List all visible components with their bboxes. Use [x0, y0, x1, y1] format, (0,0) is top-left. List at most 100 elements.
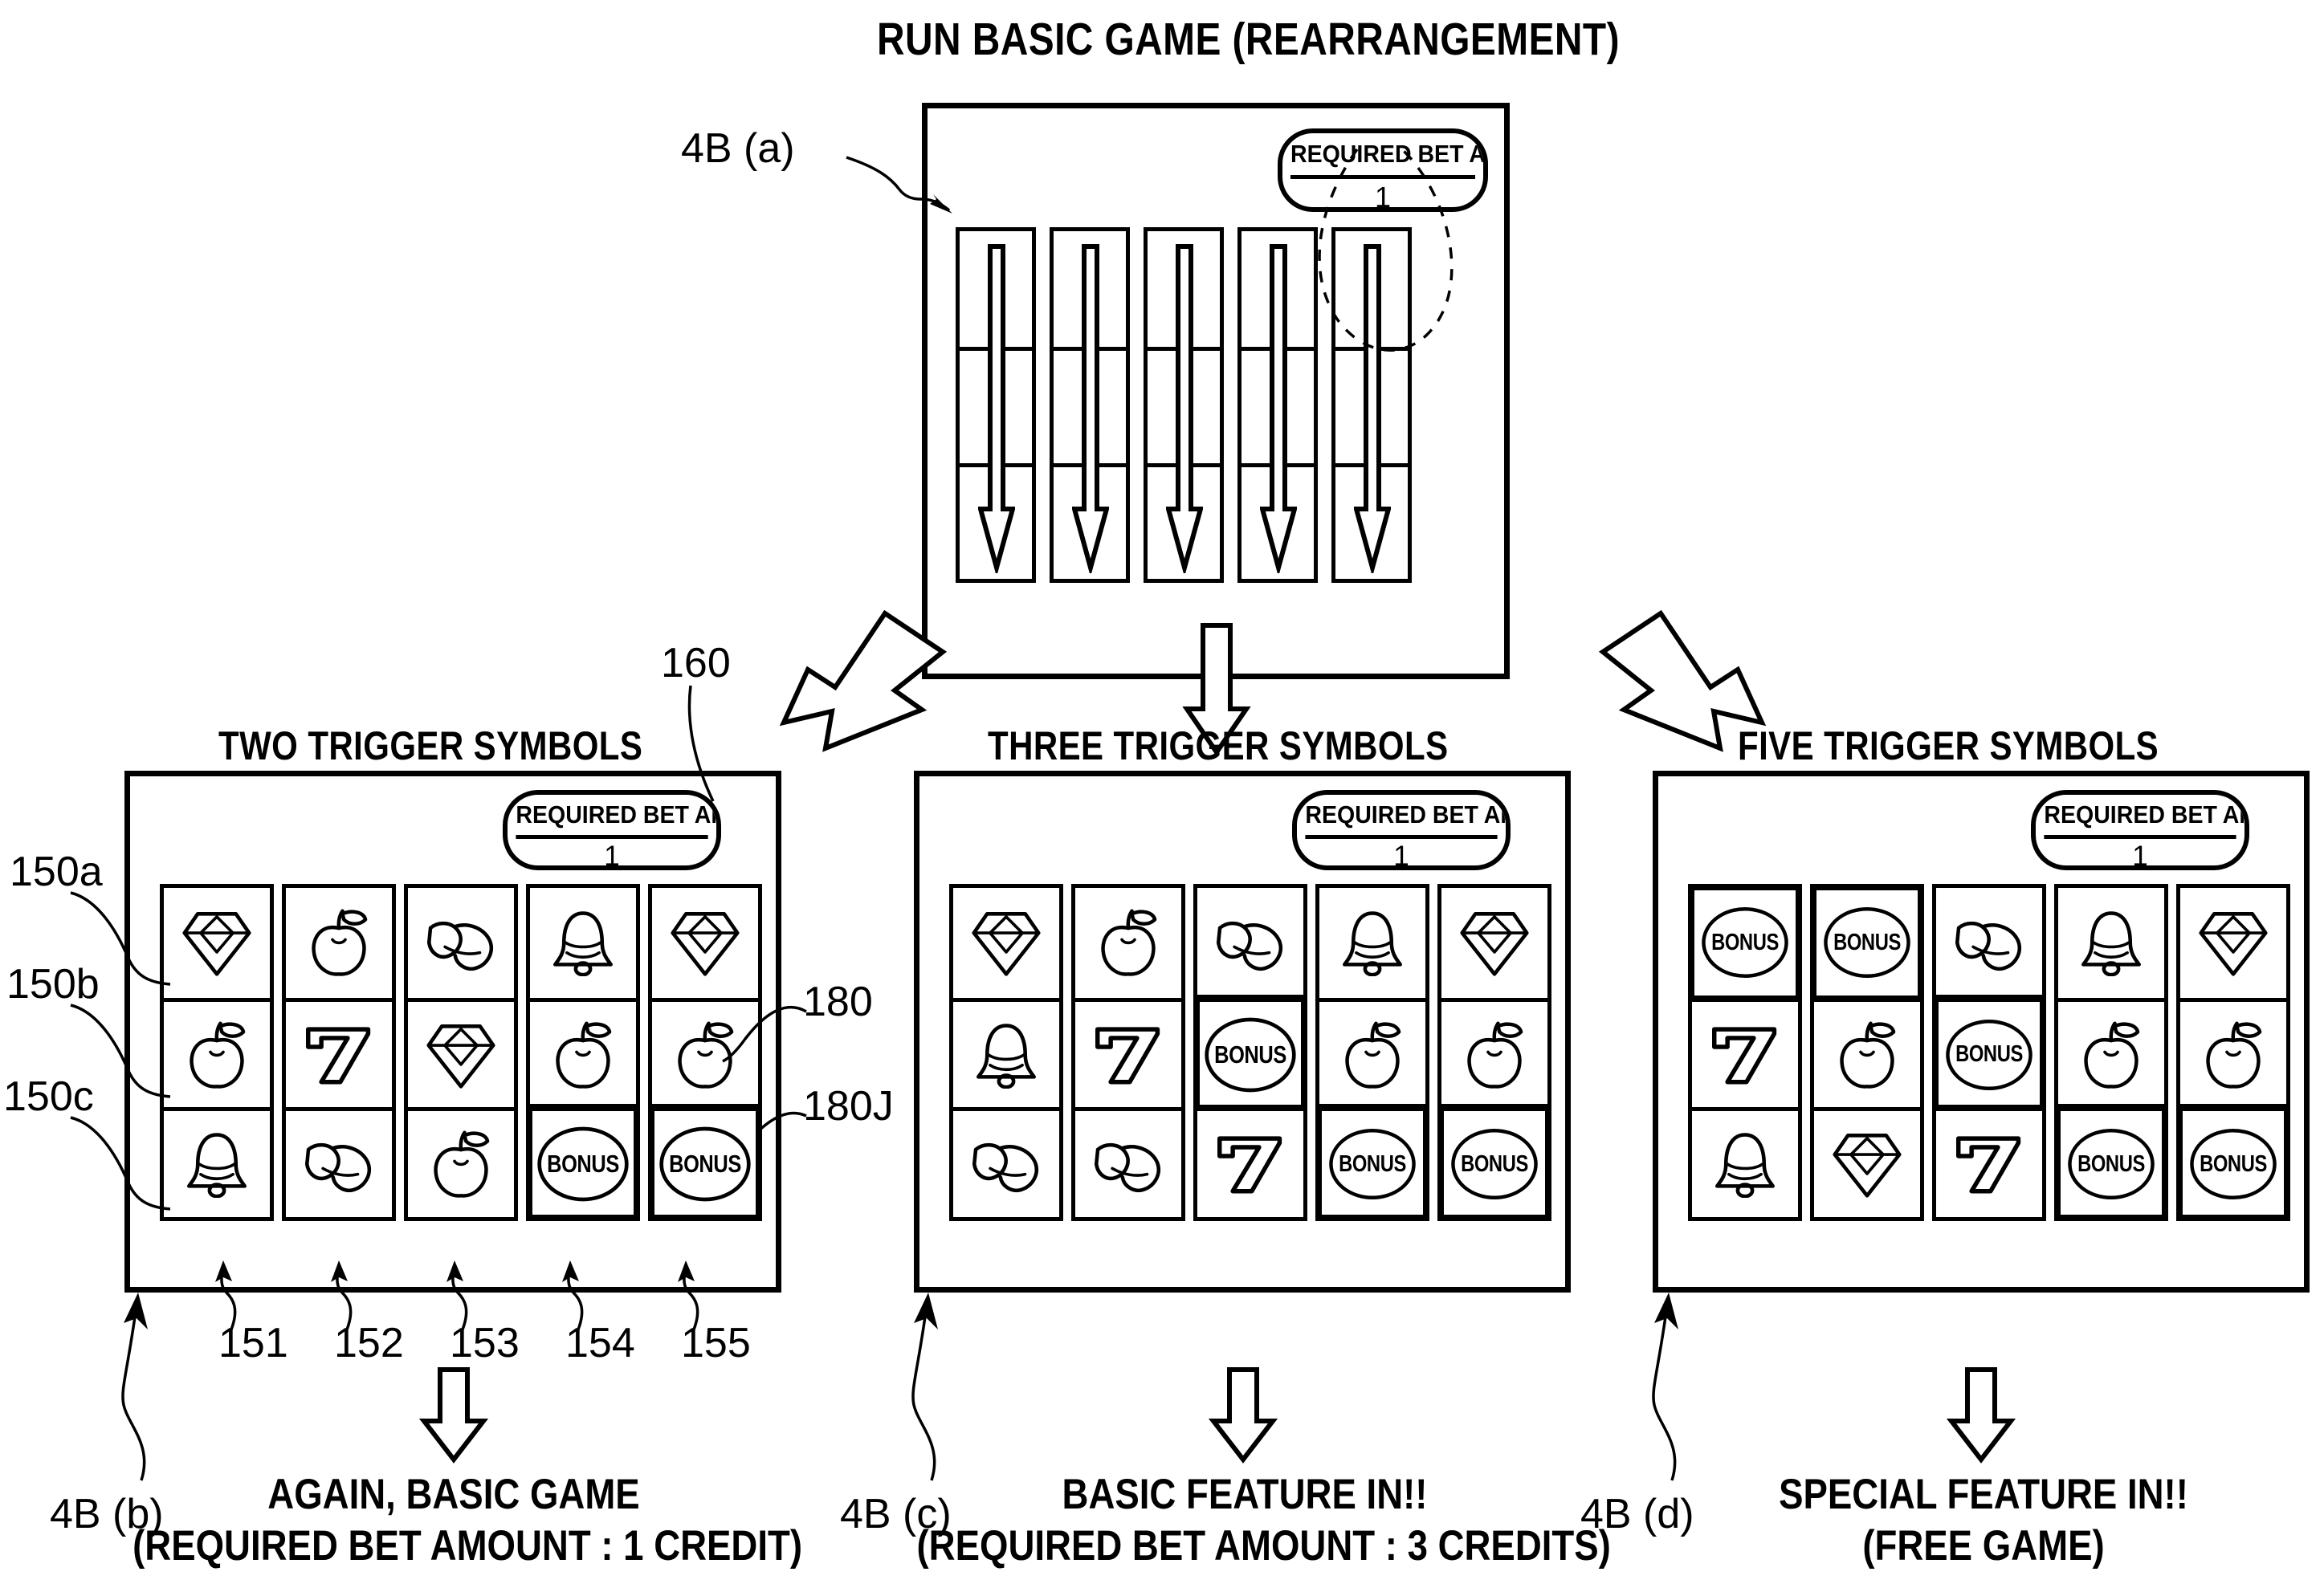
grid-column-5[interactable]: BONUS — [2176, 884, 2290, 1221]
grid-cell — [2180, 888, 2286, 998]
panel-d-caption: SPECIAL FEATURE IN!! (FREE GAME) — [1654, 1469, 2313, 1572]
bell-icon — [976, 1023, 1036, 1089]
grid-cell-bonus: BONUS — [1689, 885, 1801, 1001]
bell-icon — [1715, 1133, 1775, 1199]
grid-column-5[interactable]: BONUS — [1437, 884, 1551, 1221]
bonus-icon — [1824, 907, 1910, 979]
grid-cell — [286, 997, 392, 1108]
ref-180J: 180J — [803, 1083, 894, 1130]
ref-4b-d-leader — [1652, 1293, 1678, 1481]
diamond-icon — [2199, 912, 2268, 976]
apple-icon — [312, 909, 368, 976]
grid-cell-bonus: BONUS — [1811, 885, 1923, 1001]
grid-cell — [1197, 1107, 1303, 1217]
grid-cell — [953, 1107, 1059, 1217]
bonus-icon — [2068, 1129, 2155, 1200]
grid-cell — [1692, 997, 1798, 1108]
grid-cell — [2180, 997, 2286, 1108]
grid-cell — [1936, 1107, 2042, 1217]
grid-column-4[interactable]: BONUS — [2054, 884, 2168, 1221]
panel-d-caption-line1: SPECIAL FEATURE IN!! — [1779, 1471, 2188, 1518]
banana-icon — [426, 922, 493, 971]
bet-badge-value: 1 — [2132, 841, 2148, 870]
bet-badge-label: REQUIRED BET AMOUNT — [516, 795, 716, 839]
grid-column-154[interactable]: BONUS — [526, 884, 640, 1221]
apple-icon — [190, 1020, 246, 1089]
diamond-icon — [671, 912, 740, 976]
panel-d: REQUIRED BET AMOUNT 1 BONUS — [1653, 771, 2310, 1293]
grid-column-1[interactable]: BONUS — [1688, 884, 1802, 1221]
panel-d-bet-badge: REQUIRED BET AMOUNT 1 — [2031, 790, 2249, 870]
grid-cell — [1814, 1107, 1920, 1217]
bonus-icon — [1329, 1129, 1416, 1200]
panel-c-result-arrow — [1209, 1366, 1278, 1464]
panel-c-caption-line2: (REQUIRED BET AMOUNT : 3 CREDITS) — [916, 1522, 1611, 1570]
grid-cell — [1692, 1107, 1798, 1217]
ref-150b: 150b — [6, 961, 100, 1008]
grid-column-3[interactable]: BONUS — [1932, 884, 2046, 1221]
ref-4b-c-leader — [911, 1293, 938, 1481]
grid-cell — [1319, 888, 1425, 998]
panel-b: REQUIRED BET AMOUNT 1 — [124, 771, 781, 1293]
ref-160-leader — [687, 685, 715, 802]
grid-cell — [530, 888, 636, 998]
panel-a: REQUIRED BET AMOUNT 1 — [922, 103, 1510, 679]
grid-cell — [2058, 888, 2164, 998]
grid-cell-bonus: BONUS — [649, 1104, 761, 1220]
grid-column-153[interactable] — [404, 884, 518, 1221]
grid-cell — [652, 888, 758, 998]
seven-icon — [1956, 1136, 2021, 1194]
grid-cell — [286, 888, 392, 998]
panel-b-heading: TWO TRIGGER SYMBOLS — [218, 723, 643, 768]
grid-column-3[interactable]: BONUS — [1193, 884, 1307, 1221]
bet-badge-label: REQUIRED BET AMOUNT — [2044, 795, 2244, 839]
panel-b-grid: BONUS BONUS — [160, 884, 762, 1221]
grid-cell-bonus: BONUS — [2177, 1104, 2289, 1220]
grid-cell-bonus: BONUS — [2055, 1104, 2167, 1220]
grid-column-152[interactable] — [282, 884, 396, 1221]
panel-b-caption-line1: AGAIN, BASIC GAME — [267, 1471, 640, 1518]
diamond-icon — [182, 912, 251, 976]
grid-column-151[interactable] — [160, 884, 274, 1221]
grid-cell-bonus: BONUS — [1933, 994, 2045, 1111]
grid-cell — [2058, 997, 2164, 1108]
panel-d-result-arrow — [1947, 1366, 2016, 1464]
apple-icon — [434, 1130, 490, 1198]
ref-155-leader — [678, 1260, 699, 1330]
grid-cell-bonus: BONUS — [1438, 1104, 1551, 1220]
bonus-icon — [537, 1126, 629, 1202]
grid-column-4[interactable]: BONUS — [1315, 884, 1429, 1221]
grid-cell-bonus: BONUS — [1194, 994, 1307, 1111]
seven-icon — [306, 1026, 371, 1084]
grid-column-2[interactable] — [1071, 884, 1185, 1221]
banana-icon — [1955, 922, 2021, 971]
ref-152-leader — [331, 1260, 353, 1330]
ref-180: 180 — [803, 979, 873, 1025]
apple-icon — [1101, 909, 1157, 976]
ref-150c: 150c — [3, 1073, 94, 1120]
grid-cell — [408, 1107, 514, 1217]
ref-4b-a: 4B (a) — [681, 125, 795, 172]
panel-d-grid: BONUS BONUS BONUS BONUS BONUS — [1688, 884, 2290, 1221]
ref-4b-a-leader — [846, 156, 952, 214]
ref-4b-b-leader — [121, 1293, 148, 1481]
apple-icon — [1467, 1020, 1523, 1089]
panel-d-heading: FIVE TRIGGER SYMBOLS — [1738, 723, 2159, 768]
grid-cell — [1441, 888, 1547, 998]
grid-column-1[interactable] — [949, 884, 1063, 1221]
banana-icon — [1216, 922, 1282, 971]
ref-150a: 150a — [10, 849, 103, 895]
ref-154-leader — [562, 1260, 584, 1330]
bell-icon — [187, 1133, 247, 1199]
ref-153-leader — [446, 1260, 468, 1330]
grid-cell — [286, 1107, 392, 1217]
transition-arrow-left — [773, 610, 965, 771]
seven-icon — [1712, 1026, 1777, 1084]
diamond-icon — [972, 912, 1041, 976]
apple-icon — [2084, 1020, 2140, 1089]
grid-cell — [1441, 997, 1547, 1108]
bet-badge-label: REQUIRED BET AMOUNT — [1305, 795, 1506, 839]
bonus-icon — [1205, 1017, 1296, 1092]
banana-icon — [304, 1143, 371, 1193]
grid-column-2[interactable]: BONUS — [1810, 884, 1924, 1221]
